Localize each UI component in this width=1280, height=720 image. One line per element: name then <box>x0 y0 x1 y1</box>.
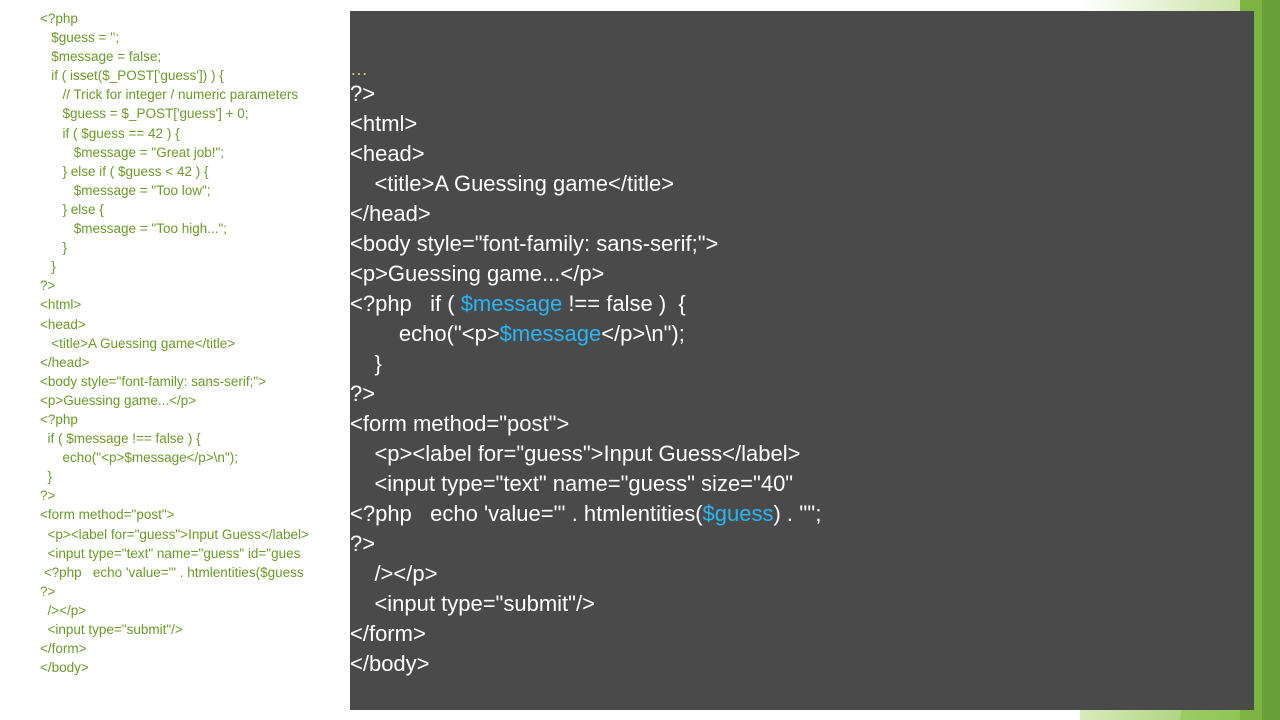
source-line: } else { <box>40 201 104 217</box>
source-line: </form> <box>40 641 87 657</box>
code-text: echo("<p> <box>350 321 500 346</box>
zoomed-code-line: </head> <box>350 199 431 229</box>
source-line: <html> <box>40 297 82 313</box>
code-text: <input type="text" name="guess" size="40… <box>350 471 794 496</box>
code-text: } <box>350 351 382 376</box>
source-line: <p>Guessing game...</p> <box>40 392 197 408</box>
code-text: ?> <box>350 381 376 406</box>
code-text: </body> <box>350 651 430 676</box>
zoomed-code-line: ?> <box>350 379 375 409</box>
source-line: ?> <box>40 583 56 599</box>
source-line: <head> <box>40 316 86 332</box>
source-line: <body style="font-family: sans-serif;"> <box>40 373 267 389</box>
source-line: </head> <box>40 354 90 370</box>
source-line: /></p> <box>40 602 87 618</box>
source-line: } else if ( $guess < 42 ) { <box>40 163 209 179</box>
code-text: !== false ) { <box>562 291 686 316</box>
code-text: <p><label for="guess">Input Guess</label… <box>350 441 801 466</box>
source-line: } <box>40 469 53 485</box>
source-line: <?php <box>40 11 78 26</box>
zoomed-code-line: <input type="submit"/> <box>350 589 595 619</box>
zoomed-code-line: <head> <box>350 139 425 169</box>
source-line: ?> <box>40 278 56 294</box>
zoomed-code-line: <form method="post"> <box>350 409 569 439</box>
source-line: } <box>40 240 68 256</box>
source-line: <?php <box>40 411 78 427</box>
zoomed-code-line: echo("<p>$message</p>\n"); <box>350 319 685 349</box>
zoomed-code-line: <p><label for="guess">Input Guess</label… <box>350 439 800 469</box>
php-variable: $message <box>460 291 563 316</box>
source-line: } <box>40 259 56 275</box>
zoomed-code-line: </body> <box>350 649 430 679</box>
ellipsis-marker: … <box>350 59 368 79</box>
code-text: <p>Guessing game...</p> <box>350 261 605 286</box>
zoomed-code-line: <p>Guessing game...</p> <box>350 259 604 289</box>
source-line: <p><label for="guess">Input Guess</label… <box>40 526 309 542</box>
code-text: <form method="post"> <box>350 411 570 436</box>
code-text: <title>A Guessing game</title> <box>350 171 675 196</box>
code-text: <input type="submit"/> <box>350 591 595 616</box>
source-line: </body> <box>40 660 89 676</box>
code-zoom-panel: … ?> <html> <head> <title>A Guessing game<… <box>350 11 1254 710</box>
code-text: </head> <box>350 201 431 226</box>
source-line: <?php echo 'value="' . htmlentities($gue… <box>40 564 304 580</box>
php-variable: $guess <box>702 501 774 526</box>
code-text: <?php echo 'value="' . htmlentities( <box>350 501 703 526</box>
php-variable: $message <box>499 321 602 346</box>
source-line: <input type="submit"/> <box>40 622 183 637</box>
zoomed-code-line: <?php echo 'value="' . htmlentities($gue… <box>350 499 821 529</box>
zoomed-code-line: <html> <box>350 109 417 139</box>
full-php-source-listing: <?php $guess = ''; $message = false; if … <box>40 9 309 677</box>
zoomed-code-line: </form> <box>350 619 426 649</box>
source-line: <title>A Guessing game</title> <box>40 335 236 351</box>
code-text: <html> <box>350 111 418 136</box>
zoomed-code-line: ?> <box>350 529 375 559</box>
zoomed-code-line: <?php if ( $message !== false ) { <box>350 289 686 319</box>
source-line: $message = "Too low"; <box>40 182 211 198</box>
source-line: if ( $message !== false ) { <box>40 431 201 447</box>
source-line: <input type="text" name="guess" id="gues <box>40 545 301 561</box>
code-text: ?> <box>350 531 376 556</box>
zoomed-code-line: <body style="font-family: sans-serif;"> <box>350 229 718 259</box>
code-text: /></p> <box>350 561 438 586</box>
zoomed-code-line: <title>A Guessing game</title> <box>350 169 674 199</box>
source-line: ?> <box>40 488 56 504</box>
code-text: <?php if ( <box>350 291 461 316</box>
zoomed-code-line: <input type="text" name="guess" size="40… <box>350 469 793 499</box>
source-line: echo("<p>$message</p>\n"); <box>40 450 238 466</box>
source-line: <form method="post"> <box>40 507 175 523</box>
source-line: // Trick for integer / numeric parameter… <box>40 87 299 103</box>
source-line: $message = false; <box>40 49 162 65</box>
code-text: ?> <box>350 81 376 106</box>
source-line: $message = "Too high..."; <box>40 221 228 237</box>
zoomed-code-line: /></p> <box>350 559 437 589</box>
zoomed-code-line: } <box>350 349 382 379</box>
source-line: $guess = ''; <box>40 30 120 46</box>
green-edge-shape <box>1262 0 1280 720</box>
source-line: if ( isset($_POST['guess']) ) { <box>40 68 224 84</box>
code-text: </form> <box>350 621 426 646</box>
source-line: $message = "Great job!"; <box>40 144 225 160</box>
zoomed-code-line: ?> <box>350 79 375 109</box>
source-line: $guess = $_POST['guess'] + 0; <box>40 106 249 122</box>
source-line: if ( $guess == 42 ) { <box>40 125 180 141</box>
code-text: ) . '"'; <box>773 501 822 526</box>
code-text: <head> <box>350 141 425 166</box>
code-text: <body style="font-family: sans-serif;"> <box>350 231 719 256</box>
code-text: </p>\n"); <box>601 321 685 346</box>
